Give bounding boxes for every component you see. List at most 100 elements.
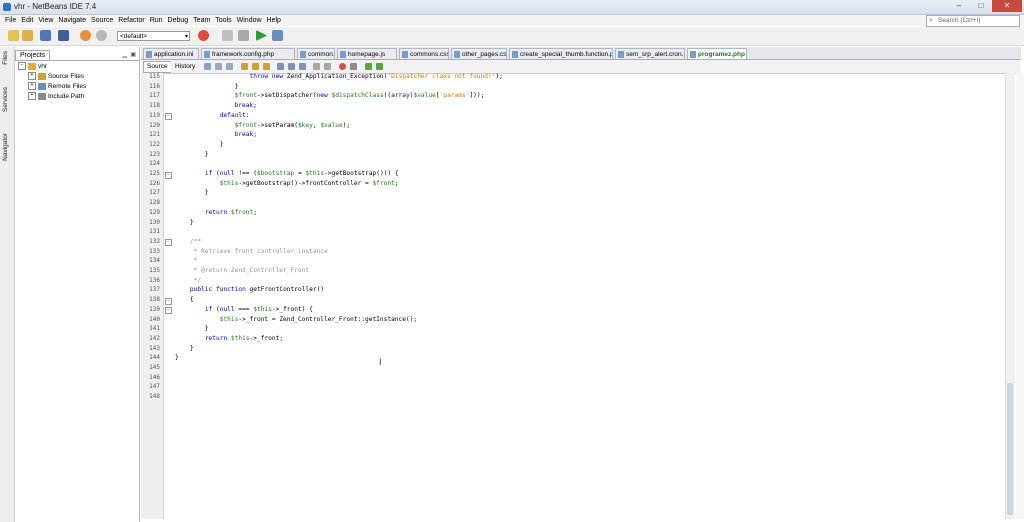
menu-run[interactable]: Run [150,15,163,26]
line-number: 137 [149,286,160,294]
line-number: 130 [149,218,160,226]
file-icon [402,51,408,58]
menu-debug[interactable]: Debug [168,15,189,26]
last-edit-icon[interactable] [204,63,211,70]
tree-expander-icon[interactable]: + [28,72,36,81]
tree-expander-icon[interactable]: + [28,92,36,101]
fold-toggle-icon[interactable]: − [165,171,172,179]
new-file-icon[interactable] [22,30,33,41]
menu-window[interactable]: Window [237,15,262,26]
file-icon [146,51,152,58]
editor-tab[interactable]: sem_srp_alert.cron.php [615,48,685,59]
forward-icon[interactable] [226,63,233,70]
clean-build-icon[interactable] [222,30,233,41]
menu-source[interactable]: Source [91,15,113,26]
stop-macro-icon[interactable] [350,63,357,70]
code-line: } [175,325,209,333]
line-number: 119 [149,111,160,119]
menu-help[interactable]: Help [267,15,281,26]
fold-toggle-icon[interactable]: − [165,113,172,121]
minimize-button[interactable]: – [948,0,970,12]
fold-toggle-icon[interactable]: − [165,307,172,315]
line-number: 121 [149,131,160,139]
editor-tab[interactable]: framework.config.php [201,48,295,59]
minimize-panel-icon[interactable]: ▁ [122,51,127,58]
folder-icon [38,92,46,100]
editor-tab[interactable]: homepage.js [337,48,397,59]
code-line: public function getFrontController() [189,286,325,294]
files-side-tab[interactable]: Files [2,51,9,65]
redo-icon[interactable] [96,30,107,41]
save-all-icon[interactable] [58,30,69,41]
build-icon[interactable] [238,30,249,41]
window-title: vhr - NetBeans IDE 7.4 [14,2,97,11]
find-previous-icon[interactable] [241,63,248,70]
code-editor[interactable]: throw new Zend_Application_Exception('Di… [175,73,1005,519]
code-line: if (null === $this->_front) { [204,305,313,313]
back-icon[interactable] [215,63,222,70]
code-line: * @return Zend_Controller_Front [175,267,310,274]
menu-edit[interactable]: Edit [21,15,33,26]
file-icon [512,51,518,58]
editor-scrollbar[interactable] [1005,73,1015,519]
editor-tab[interactable]: common.js [297,48,335,59]
history-view-button[interactable]: History [171,61,200,73]
undo-icon[interactable] [80,30,91,41]
maximize-button[interactable]: □ [970,0,992,12]
menu-bar: File Edit View Navigate Source Refactor Run Deb… [0,15,1024,26]
tree-node-label: Include Path [48,93,85,100]
source-view-button[interactable]: Source [143,61,172,73]
editor-tab[interactable]: commons.css [399,48,449,59]
browser-icon[interactable] [198,30,209,41]
fold-toggle-icon[interactable]: − [165,297,172,305]
line-number: 126 [149,179,160,187]
code-line: return $front; [204,208,257,216]
debug-icon[interactable] [272,30,283,41]
editor-tab[interactable]: other_pages.css [451,48,507,59]
services-side-tab[interactable]: Services [2,87,9,112]
maximize-panel-icon[interactable]: ▣ [130,51,136,58]
previous-bookmark-icon[interactable] [288,63,295,70]
menu-view[interactable]: View [38,15,53,26]
comment-icon[interactable] [365,63,372,70]
uncomment-icon[interactable] [376,63,383,70]
open-project-icon[interactable] [40,30,51,41]
toggle-bookmark-icon[interactable] [277,63,284,70]
tree-node[interactable]: + Source Files [18,72,86,82]
tree-node[interactable]: − vhr [18,62,86,72]
shift-left-icon[interactable] [313,63,320,70]
code-line: default: [219,111,250,119]
line-number: 132 [149,237,160,245]
editor-tab[interactable]: programez.php [687,48,747,59]
editor-tab-label: commons.css [410,51,449,58]
editor-tab[interactable]: create_special_thumb.function.php [509,48,613,59]
menu-team[interactable]: Team [193,15,210,26]
find-next-icon[interactable] [252,63,259,70]
close-button[interactable]: ✕ [992,0,1022,12]
menu-file[interactable]: File [5,15,16,26]
tree-node[interactable]: + Remote Files [18,82,86,92]
file-icon [690,51,696,58]
menu-navigate[interactable]: Navigate [58,15,86,26]
tree-expander-icon[interactable]: − [18,62,26,71]
tree-expander-icon[interactable]: + [28,82,36,91]
project-icon [28,62,36,70]
configuration-select[interactable]: <default> ▾ [117,31,190,41]
scrollbar-thumb[interactable] [1007,383,1013,515]
editor-tab[interactable]: application.ini [143,48,199,59]
search-box[interactable]: ⌕ Search (Ctrl+I) [926,15,1020,27]
new-project-icon[interactable] [8,30,19,41]
highlight-search-icon[interactable] [263,63,270,70]
menu-tools[interactable]: Tools [215,15,231,26]
start-macro-icon[interactable] [339,63,346,70]
tree-node-label: Source Files [48,73,85,80]
menu-refactor[interactable]: Refactor [118,15,144,26]
run-icon[interactable] [256,30,267,41]
line-number: 115 [149,73,160,80]
shift-right-icon[interactable] [324,63,331,70]
fold-toggle-icon[interactable]: − [165,239,172,247]
folder-icon [38,72,46,80]
next-bookmark-icon[interactable] [299,63,306,70]
navigator-side-tab[interactable]: Navigator [2,133,9,161]
tree-node[interactable]: + Include Path [18,92,86,102]
